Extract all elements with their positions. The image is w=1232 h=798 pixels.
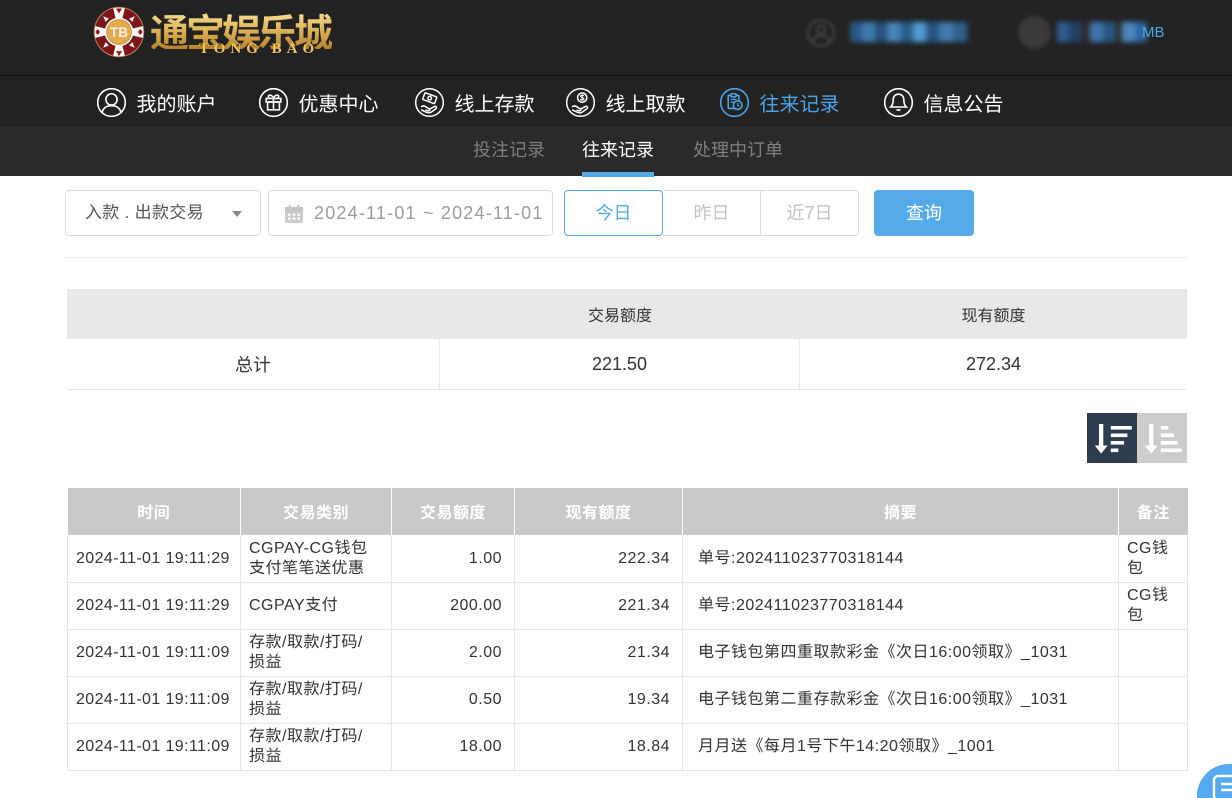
svg-text:TB: TB [110,25,128,40]
